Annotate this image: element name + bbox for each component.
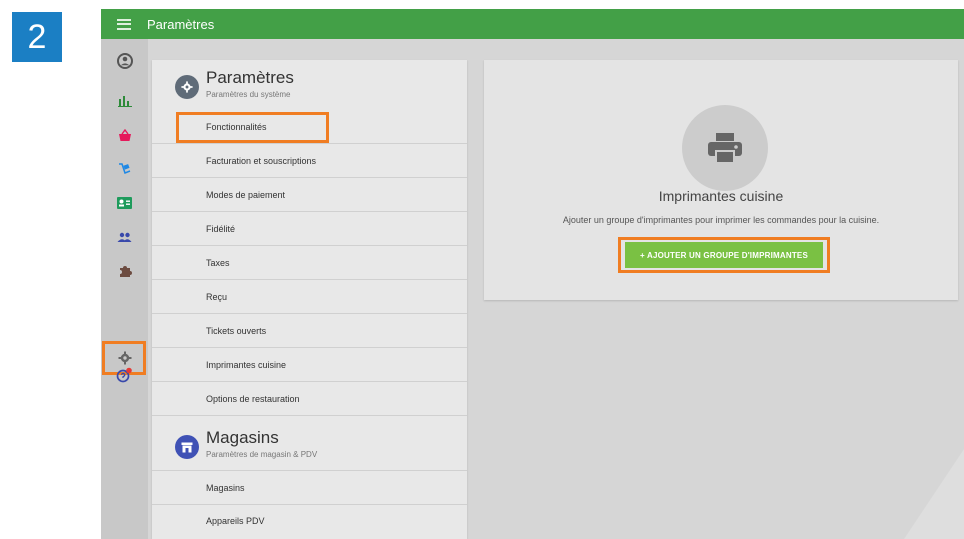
contact-card-icon[interactable] [101, 187, 148, 219]
settings-section-subtitle: Paramètres du système [206, 90, 291, 99]
settings-section-title: Paramètres [206, 68, 294, 87]
help-icon[interactable] [101, 359, 148, 391]
list-item-label: Reçu [206, 292, 228, 302]
kitchen-printers-title: Imprimantes cuisine [658, 188, 784, 204]
list-item-label: Options de restauration [206, 394, 300, 404]
list-item-label: Fidélité [206, 224, 236, 234]
stores-section-title: Magasins [206, 428, 279, 447]
list-item-label: Modes de paiement [206, 190, 286, 200]
account-icon[interactable] [101, 45, 148, 77]
settings-item-recu[interactable]: Reçu [152, 280, 467, 314]
fonctionnalites-highlight [176, 112, 329, 143]
stores-item-appareils-pdv[interactable]: Appareils PDV [152, 504, 467, 538]
step-number-badge: 2 [12, 12, 62, 62]
settings-item-fidelite[interactable]: Fidélité [152, 212, 467, 246]
settings-item-imprimantes-cuisine[interactable]: Imprimantes cuisine [152, 348, 467, 382]
app-window: Paramètres Paramètres Paramètres du syst… [101, 9, 964, 539]
settings-section-header: Paramètres Paramètres du système [152, 60, 467, 110]
gear-icon [175, 75, 199, 99]
list-item-label: Magasins [206, 483, 245, 493]
menu-icon[interactable] [117, 18, 131, 30]
basket-icon[interactable] [101, 119, 148, 151]
stores-item-magasins[interactable]: Magasins [152, 470, 467, 505]
stores-section-subtitle: Paramètres de magasin & PDV [206, 450, 318, 459]
list-item-label: Facturation et souscriptions [206, 156, 317, 166]
list-item-label: Taxes [206, 258, 230, 268]
bar-chart-icon[interactable] [101, 85, 148, 117]
add-printer-group-highlight [618, 237, 830, 273]
settings-item-tickets-ouverts[interactable]: Tickets ouverts [152, 314, 467, 348]
people-icon[interactable] [101, 221, 148, 253]
cart-icon[interactable] [101, 153, 148, 185]
stores-section-header: Magasins Paramètres de magasin & PDV [152, 420, 467, 470]
settings-item-options-restauration[interactable]: Options de restauration [152, 382, 467, 416]
sidebar [101, 39, 148, 539]
puzzle-icon[interactable] [101, 255, 148, 287]
kitchen-printers-description: Ajouter un groupe d'imprimantes pour imp… [562, 215, 880, 225]
decorative-corner-shape [904, 449, 964, 539]
list-item-label: Appareils PDV [206, 516, 265, 526]
settings-item-facturation[interactable]: Facturation et souscriptions [152, 144, 467, 178]
top-app-bar: Paramètres [101, 9, 964, 39]
printer-icon [682, 105, 768, 191]
store-icon [175, 435, 199, 459]
kitchen-printers-card: Imprimantes cuisine Ajouter un groupe d'… [484, 60, 958, 300]
list-item-label: Imprimantes cuisine [206, 360, 287, 370]
page-title: Paramètres [147, 16, 215, 32]
settings-item-taxes[interactable]: Taxes [152, 246, 467, 280]
list-item-label: Tickets ouverts [206, 326, 267, 336]
settings-item-modes-paiement[interactable]: Modes de paiement [152, 178, 467, 212]
